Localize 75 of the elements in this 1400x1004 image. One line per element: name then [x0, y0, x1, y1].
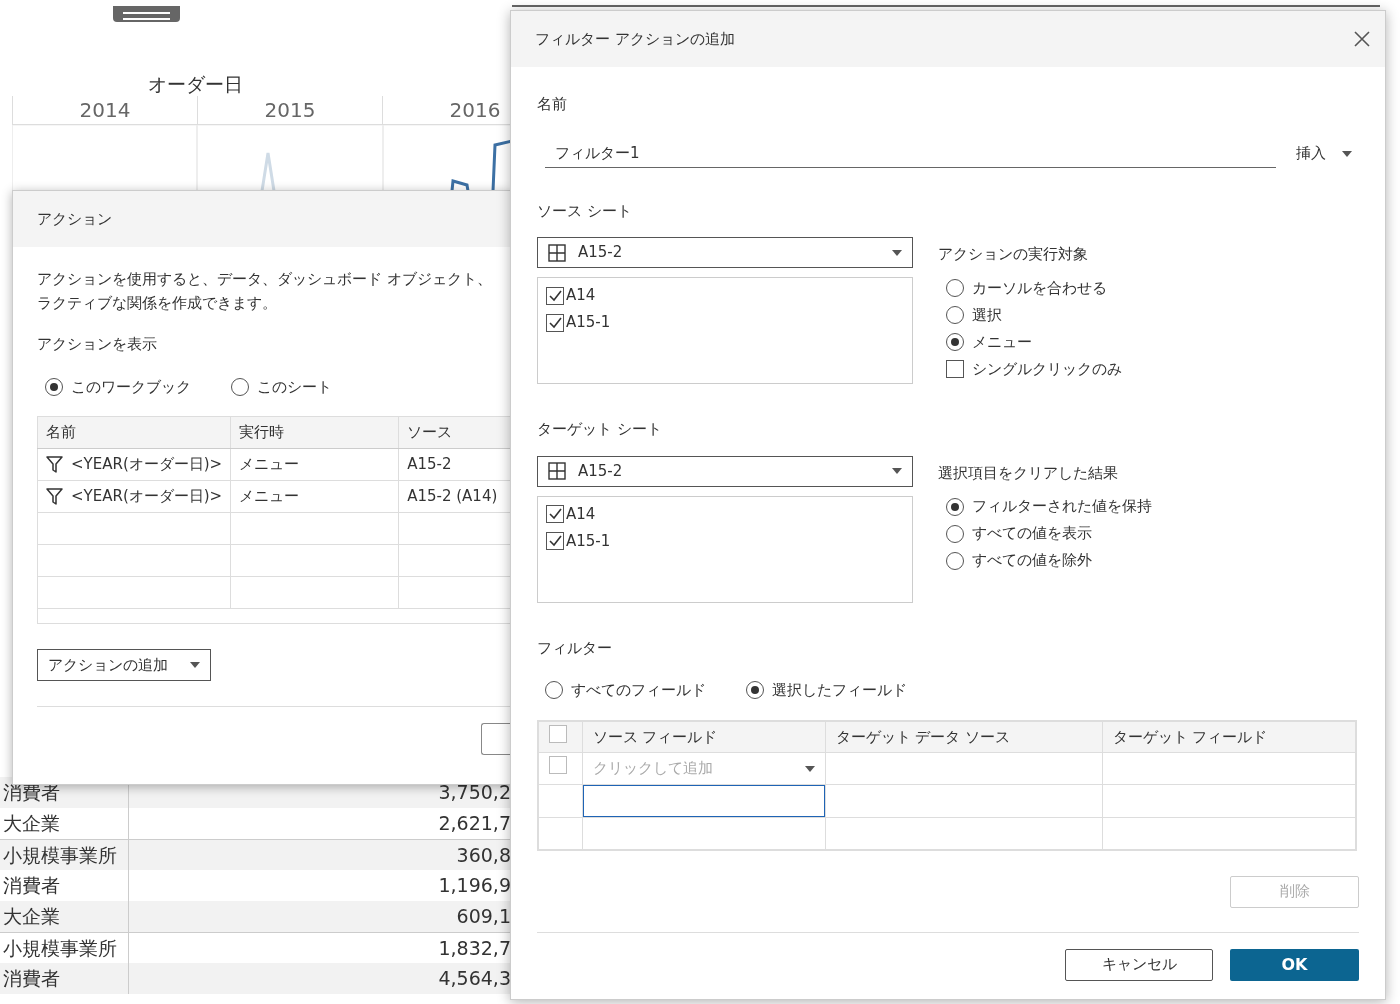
checkbox[interactable] — [546, 532, 564, 550]
checkbox[interactable] — [546, 313, 564, 332]
radio-label[interactable]: メニュー — [972, 330, 1032, 354]
table-cell: 小規模事業所 — [0, 840, 129, 870]
sheet-dropdown[interactable]: A15-2 — [537, 237, 913, 268]
dialog-title: アクション — [37, 208, 112, 230]
checkbox[interactable] — [549, 756, 567, 775]
checkbox[interactable] — [549, 724, 567, 743]
section-label: ターゲット シート — [537, 419, 662, 440]
cancel-button[interactable]: キャンセル — [1065, 948, 1213, 981]
section-label: ソース シート — [537, 200, 632, 222]
table-cell-text: <YEAR(オーダー日)> — [71, 454, 223, 476]
table-cell-text: 1,196,9 — [437, 873, 512, 898]
column-header: 名前 — [37, 416, 231, 449]
radio-label[interactable]: カーソルを合わせる — [972, 276, 1107, 300]
radio-label[interactable]: 選択したフィールド — [772, 679, 907, 702]
checkbox-label[interactable]: A14 — [566, 502, 596, 526]
column-header: 実行時 — [230, 416, 399, 449]
input-field[interactable] — [582, 785, 825, 817]
grid-icon — [548, 243, 566, 262]
year-header: 2014 — [12, 96, 197, 124]
dialog-title: フィルター アクションの追加 — [535, 28, 735, 50]
checkbox-label[interactable]: A14 — [566, 284, 596, 307]
insert-button[interactable]: 挿入 — [1296, 142, 1352, 165]
caret-icon — [190, 662, 200, 668]
radio-label[interactable]: すべての値を表示 — [972, 522, 1092, 545]
checkbox-label[interactable]: A15-1 — [566, 529, 611, 553]
checkbox[interactable] — [946, 360, 964, 378]
column-header: ターゲット データ ソース — [825, 720, 1102, 753]
ok-button[interactable]: OK — [1230, 948, 1359, 981]
table-cell-text: 4,564,3 — [437, 966, 512, 991]
caret-icon — [1342, 150, 1352, 157]
section-label: 選択項目をクリアした結果 — [938, 462, 1118, 484]
checkbox-label[interactable]: A15-1 — [566, 311, 611, 334]
checkbox-label[interactable]: シングルクリックのみ — [972, 357, 1122, 381]
table-cell: 大企業 — [0, 901, 129, 932]
add-action-button[interactable]: アクションの追加 — [37, 649, 211, 681]
close-button[interactable] — [1353, 30, 1371, 48]
checkbox[interactable] — [546, 505, 564, 523]
caret-icon — [804, 765, 815, 772]
table-cell-text: 3,750,2 — [437, 780, 512, 805]
filter-icon — [46, 456, 63, 473]
caret-icon — [892, 468, 902, 474]
column-header: ターゲット フィールド — [1102, 720, 1356, 753]
table-cell: メニュー — [230, 480, 399, 513]
drag-handle[interactable] — [113, 6, 180, 22]
column-header: ソース フィールド — [582, 720, 825, 753]
radio-label[interactable]: このシート — [257, 375, 332, 398]
table-cell-text: 360,8 — [455, 843, 512, 868]
caret-icon — [892, 249, 902, 256]
section-label: アクションを表示 — [37, 334, 157, 355]
table-cell-text: 2,621,7 — [437, 811, 512, 836]
table-cell: メニュー — [230, 448, 399, 481]
filter-icon — [46, 488, 63, 505]
grid-icon — [548, 462, 566, 480]
field-label: 名前 — [537, 94, 567, 115]
column-header: ソース — [398, 416, 511, 449]
table-cell-text: 1,832,7 — [437, 936, 512, 961]
checkbox[interactable] — [546, 286, 564, 305]
radio-label[interactable]: 選択 — [972, 303, 1002, 327]
section-label: フィルター — [537, 637, 612, 659]
table-cell-text: 609,1 — [455, 904, 512, 929]
chart-title: オーダー日 — [148, 72, 243, 96]
table-cell-text: <YEAR(オーダー日)> — [71, 486, 223, 508]
dialog-button[interactable] — [481, 723, 511, 755]
section-label: アクションの実行対象 — [938, 244, 1088, 265]
description-text: ラクティブな関係を作成できます。 — [37, 293, 277, 314]
radio-label[interactable]: すべての値を除外 — [972, 549, 1092, 572]
radio-label[interactable]: このワークブック — [71, 375, 191, 398]
description-text: アクションを使用すると、データ、ダッシュボード オブジェクト、 — [37, 269, 492, 290]
table-cell: 消費者 — [0, 963, 129, 994]
radio-label[interactable]: フィルターされた値を保持 — [972, 495, 1152, 518]
year-header: 2015 — [197, 96, 382, 124]
sheet-dropdown[interactable]: A15-2 — [537, 455, 913, 487]
radio-label[interactable]: すべてのフィールド — [571, 679, 706, 702]
